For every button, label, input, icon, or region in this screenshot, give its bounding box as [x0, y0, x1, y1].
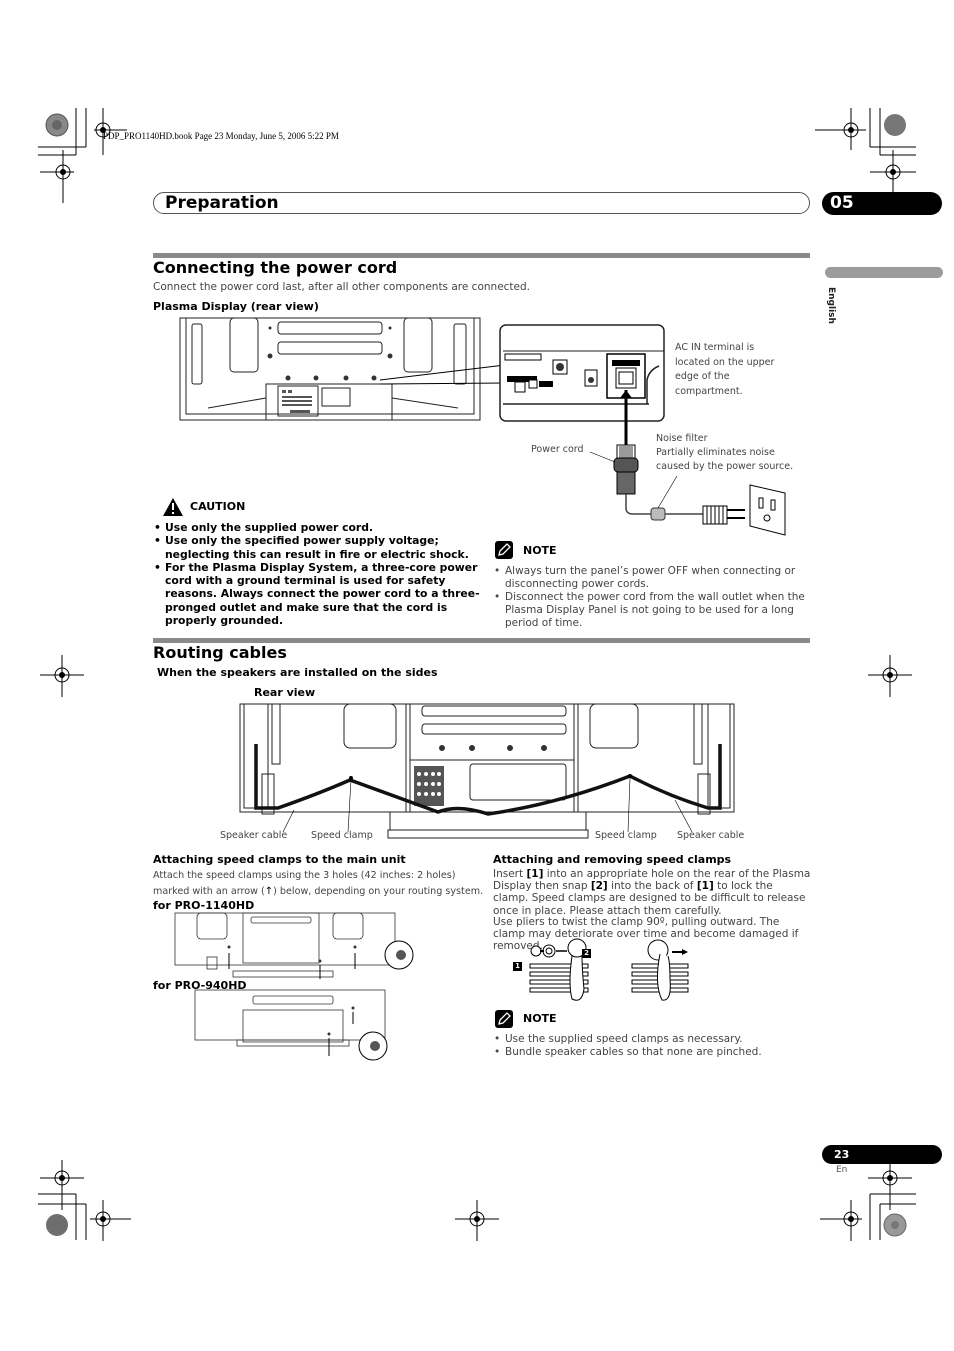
- power-cord-callout: Power cord: [531, 444, 584, 455]
- attach-remove-paragraph-1: Insert [1] into an appropriate hole on t…: [493, 868, 811, 917]
- caution-item: For the Plasma Display System, a three-c…: [153, 561, 483, 627]
- language-label: English: [826, 287, 836, 324]
- model-label-pro1140hd: for PRO-1140HD: [153, 899, 255, 912]
- step-ref: [1]: [526, 868, 544, 880]
- attach-main-text-2-pre: marked with an arrow (: [153, 886, 265, 897]
- noise-filter-callout-line: caused by the power source.: [656, 461, 794, 472]
- clamp-steps-illustration: [529, 938, 689, 1001]
- speaker-cable-callout-left: Speaker cable: [220, 830, 288, 841]
- warning-triangle-icon: [163, 498, 183, 516]
- ac-in-callout-line: located on the upper: [675, 356, 775, 368]
- attach-remove-heading: Attaching and removing speed clamps: [493, 853, 732, 866]
- caution-item: Use only the specified power supply volt…: [153, 534, 483, 561]
- routing-rear-illustration: [239, 703, 735, 839]
- page-number-badge: 23: [822, 1145, 942, 1164]
- note-item: Disconnect the power cord from the wall …: [493, 591, 808, 630]
- attach-main-text-1: Attach the speed clamps using the 3 hole…: [153, 870, 456, 881]
- ac-in-callout-line: edge of the: [675, 371, 730, 382]
- note-list: Always turn the panel’s power OFF when c…: [493, 565, 808, 630]
- routing-subheading: When the speakers are installed on the s…: [157, 666, 438, 679]
- note-item: Bundle speaker cables so that none are p…: [493, 1046, 808, 1059]
- pro1140hd-clamp-holes-illustration: [174, 912, 414, 979]
- caution-item: Use only the supplied power cord.: [153, 521, 483, 535]
- ac-in-callout: AC IN terminal is located on the upper e…: [675, 341, 774, 399]
- noise-filter-callout-line: Partially eliminates noise: [656, 447, 775, 458]
- note-label: NOTE: [523, 1012, 557, 1025]
- pro940hd-clamp-holes-illustration: [194, 989, 388, 1061]
- text-run: into the back of: [607, 880, 697, 893]
- caution-label: CAUTION: [190, 500, 246, 513]
- chapter-badge: 05: [822, 192, 942, 215]
- attach-main-text-2-post: ) below, depending on your routing syste…: [273, 886, 484, 897]
- step-badge-2: 2: [582, 949, 591, 958]
- ac-in-callout-line: AC IN terminal is: [675, 342, 755, 353]
- attach-main-text-2: marked with an arrow (↑) below, dependin…: [153, 885, 483, 898]
- speed-clamp-callout-left: Speed clamp: [311, 830, 373, 841]
- note-label: NOTE: [523, 544, 557, 557]
- note-item: Use the supplied speed clamps as necessa…: [493, 1033, 808, 1046]
- page-title: Preparation: [165, 193, 279, 213]
- noise-filter-callout: Noise filter Partially eliminates noise …: [656, 432, 793, 474]
- print-slug: PDP_PRO1140HD.book Page 23 Monday, June …: [103, 131, 339, 141]
- figure-title-rear-view-2: Rear view: [254, 686, 316, 699]
- attach-main-heading: Attaching speed clamps to the main unit: [153, 853, 406, 866]
- step-badge-1: 1: [513, 962, 522, 971]
- figure-title-rear-view: Plasma Display (rear view): [153, 300, 319, 313]
- step-ref: [2]: [590, 880, 608, 893]
- caution-list: Use only the supplied power cord. Use on…: [153, 521, 483, 627]
- language-tab: [825, 267, 943, 278]
- power-cord-intro: Connect the power cord last, after all o…: [153, 281, 531, 293]
- language-code: En: [836, 1165, 848, 1175]
- note-pencil-icon: [495, 1010, 513, 1028]
- ac-in-callout-line: compartment.: [675, 385, 743, 397]
- zoom-connector-lines: [379, 364, 506, 385]
- up-arrow-icon: ↑: [264, 886, 274, 897]
- note-item: Always turn the panel’s power OFF when c…: [493, 565, 808, 591]
- section-heading-routing: Routing cables: [153, 643, 287, 662]
- section-heading-power-cord: Connecting the power cord: [153, 258, 398, 277]
- note-list: Use the supplied speed clamps as necessa…: [493, 1033, 808, 1059]
- text-run: Insert: [493, 868, 527, 880]
- speaker-cable-callout-right: Speaker cable: [677, 830, 745, 841]
- step-ref: [1]: [696, 880, 714, 893]
- noise-filter-callout-line: Noise filter: [656, 433, 708, 444]
- speed-clamp-callout-right: Speed clamp: [595, 830, 657, 841]
- note-pencil-icon: [495, 541, 513, 559]
